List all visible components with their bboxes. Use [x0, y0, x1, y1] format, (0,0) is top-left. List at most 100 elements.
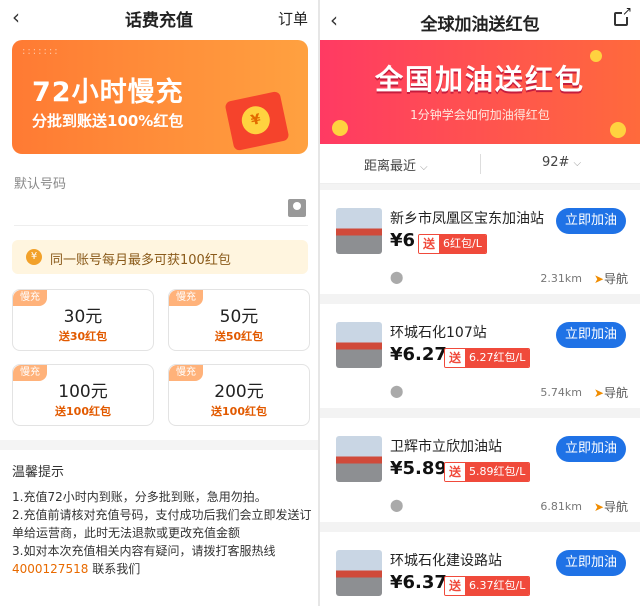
bonus-rate: 6.37红包/L	[465, 577, 530, 595]
bonus-text: 送100红包	[55, 405, 111, 418]
hotline-row: 4000127518 联系我们	[12, 560, 312, 578]
bonus-text: 送100红包	[211, 405, 267, 418]
station-name: 新乡市凤凰区宝东加油站	[390, 211, 544, 227]
money-bag-icon: ¥	[26, 249, 42, 265]
notes-heading: 温馨提示	[12, 465, 65, 480]
note-line: 2.充值前请核对充值号码，支付成功后我们会立即发送订单给运营商，此时无法退款或更…	[12, 508, 312, 540]
note-line: 1.充值72小时内到账，分多批到账，急用勿拍。	[12, 490, 267, 504]
navigate-label: 导航	[603, 500, 628, 514]
refuel-now-button[interactable]: 立即加油	[556, 322, 626, 348]
station-name: 环城石化建设路站	[390, 553, 502, 569]
recharge-amount: 30元	[63, 307, 103, 327]
station-photo	[336, 322, 382, 368]
right-header: ‹ 全球加油送红包	[320, 0, 640, 40]
navigate-button[interactable]: ➤导航	[594, 498, 628, 515]
page-title: 话费充值	[125, 11, 193, 31]
monthly-limit-tip: ¥ 同一账号每月最多可获100红包	[12, 240, 308, 274]
fuel-panel: ‹ 全球加油送红包 全国加油送红包 1分钟学会如何加油得红包 距离最近⌵ 92#…	[320, 0, 640, 606]
filter-separator	[480, 154, 481, 174]
send-label: 送	[419, 235, 440, 253]
navigate-button[interactable]: ➤导航	[594, 384, 628, 401]
location-pin-icon: ⬤	[390, 384, 404, 398]
tip-text: 同一账号每月最多可获100红包	[50, 253, 231, 268]
send-label: 送	[445, 463, 466, 481]
station-card[interactable]: 新乡市凤凰区宝东加油站 ¥6 送 6红包/L 立即加油 ⬤ 2.31km ➤导航	[320, 190, 640, 294]
orders-link[interactable]: 订单	[278, 8, 308, 29]
recharge-amount: 100元	[58, 382, 108, 402]
screen: ‹ 话费充值 订单 ::::::: 72小时慢充 分批到账送100%红包 ¥ 默…	[0, 0, 640, 606]
bonus-text: 送30红包	[58, 330, 108, 343]
station-name: 卫辉市立欣加油站	[390, 439, 502, 455]
promo-title: 72小时慢充	[32, 77, 184, 108]
navigate-label: 导航	[603, 386, 628, 400]
bonus-badge: 送 5.89红包/L	[444, 462, 531, 482]
contacts-icon[interactable]	[288, 199, 306, 217]
note-line: 3.如对本次充值相关内容有疑问，请拨打客服热线	[12, 544, 276, 558]
chevron-down-icon: ⌵	[573, 158, 582, 169]
navigate-button[interactable]: ➤导航	[594, 270, 628, 287]
bonus-rate: 6红包/L	[439, 235, 486, 253]
navigate-label: 导航	[603, 272, 628, 286]
recharge-option-50[interactable]: 慢充 50元 送50红包	[168, 289, 310, 351]
bonus-badge: 送 6.37红包/L	[444, 576, 531, 596]
station-name: 环城石化107站	[390, 325, 487, 341]
fuel-promo-banner[interactable]: 全国加油送红包 1分钟学会如何加油得红包	[320, 40, 640, 144]
left-header: ‹ 话费充值 订单	[0, 0, 318, 34]
contact-us-link[interactable]: 联系我们	[92, 562, 140, 576]
bonus-rate: 6.27红包/L	[465, 349, 530, 367]
distance: 5.74km	[540, 386, 582, 399]
page-title: 全球加油送红包	[420, 15, 540, 35]
refuel-now-button[interactable]: 立即加油	[556, 436, 626, 462]
phone-recharge-panel: ‹ 话费充值 订单 ::::::: 72小时慢充 分批到账送100%红包 ¥ 默…	[0, 0, 318, 606]
station-price: ¥5.89	[390, 458, 447, 479]
station-photo	[336, 436, 382, 482]
sort-label: 距离最近	[364, 159, 417, 174]
station-price: ¥6.27	[390, 344, 447, 365]
recharge-amount: 200元	[214, 382, 264, 402]
yuan-coin-icon: ¥	[239, 103, 273, 137]
promo-subtitle: 分批到账送100%红包	[32, 112, 184, 130]
station-photo	[336, 208, 382, 254]
coin-icon	[610, 122, 626, 138]
bonus-badge: 送 6.27红包/L	[444, 348, 531, 368]
station-price: ¥6	[390, 230, 416, 251]
navigate-arrow-icon: ➤	[593, 500, 604, 514]
chevron-down-icon: ⌵	[420, 162, 428, 173]
share-icon[interactable]	[614, 5, 632, 26]
recharge-option-200[interactable]: 慢充 200元 送100红包	[168, 364, 310, 426]
station-card[interactable]: 环城石化107站 ¥6.27 送 6.27红包/L 立即加油 ⬤ 5.74km …	[320, 304, 640, 408]
refuel-now-button[interactable]: 立即加油	[556, 208, 626, 234]
slow-recharge-banner[interactable]: ::::::: 72小时慢充 分批到账送100%红包 ¥	[12, 40, 308, 154]
station-card[interactable]: 卫辉市立欣加油站 ¥5.89 送 5.89红包/L 立即加油 ⬤ 6.81km …	[320, 418, 640, 522]
distance: 2.31km	[540, 272, 582, 285]
recharge-amount: 50元	[219, 307, 259, 327]
navigate-arrow-icon: ➤	[593, 386, 604, 400]
decor-dots: :::::::	[22, 46, 60, 57]
fuel-type-dropdown[interactable]: 92# ⌵	[542, 155, 581, 170]
send-label: 送	[445, 577, 466, 595]
fuel-label: 92#	[542, 155, 570, 170]
reminder-notes: 温馨提示 1.充值72小时内到账，分多批到账，急用勿拍。 2.充值前请核对充值号…	[12, 464, 312, 578]
station-price: ¥6.37	[390, 572, 447, 593]
filter-bar: 距离最近 ⌵ 92# ⌵	[320, 144, 640, 184]
phone-input-underline	[14, 225, 308, 226]
bonus-badge: 送 6红包/L	[418, 234, 487, 254]
section-divider	[0, 440, 318, 450]
recharge-option-100[interactable]: 慢充 100元 送100红包	[12, 364, 154, 426]
sort-distance-dropdown[interactable]: 距离最近 ⌵	[364, 155, 428, 174]
send-label: 送	[445, 349, 466, 367]
location-pin-icon: ⬤	[390, 270, 404, 284]
bonus-rate: 5.89红包/L	[465, 463, 530, 481]
banner-title: 全国加油送红包	[374, 63, 585, 96]
default-number-label: 默认号码	[14, 177, 67, 192]
location-pin-icon: ⬤	[390, 498, 404, 512]
distance: 6.81km	[540, 500, 582, 513]
station-card[interactable]: 环城石化建设路站 ¥6.37 送 6.37红包/L 立即加油	[320, 532, 640, 606]
hotline-number[interactable]: 4000127518	[12, 562, 88, 576]
bonus-text: 送50红包	[214, 330, 264, 343]
refuel-now-button[interactable]: 立即加油	[556, 550, 626, 576]
banner-subtitle: 1分钟学会如何加油得红包	[410, 108, 550, 122]
navigate-arrow-icon: ➤	[593, 272, 604, 286]
recharge-option-30[interactable]: 慢充 30元 送30红包	[12, 289, 154, 351]
station-photo	[336, 550, 382, 596]
